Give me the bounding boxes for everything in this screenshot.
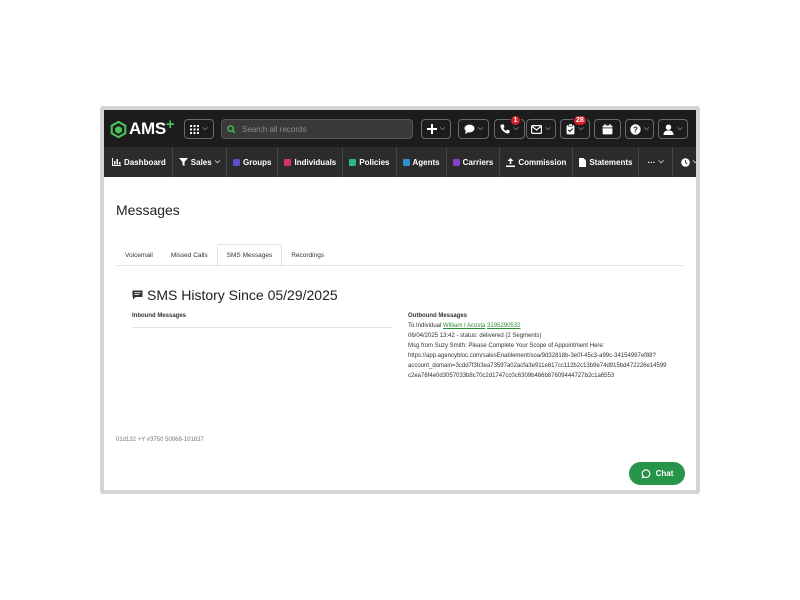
bar-chart-icon <box>112 158 121 166</box>
chat-button[interactable]: Chat <box>629 462 685 485</box>
nav-label: Individuals <box>294 157 337 167</box>
chevron-down-icon: ⌵ <box>513 125 519 132</box>
recipient-name-link[interactable]: William I Acosta <box>443 323 485 329</box>
clock-icon <box>680 157 690 167</box>
grid-icon <box>190 124 200 134</box>
nav-carriers[interactable]: Carriers <box>447 147 501 177</box>
message-body-line: c2ea76f4e0d3057033b8c70c2d1747cc0c6309b4… <box>408 373 615 379</box>
nav-label: Sales <box>190 157 212 167</box>
sms-history-heading: SMS History Since 05/29/2025 <box>132 287 338 303</box>
chevron-down-icon: ⌵ <box>214 158 221 165</box>
more-icon: ··· <box>647 157 656 167</box>
envelope-icon <box>531 124 543 134</box>
upload-icon <box>506 157 516 167</box>
nav-label: Statements <box>589 157 633 167</box>
apps-grid-button[interactable]: ⌵ <box>184 119 214 139</box>
nav-label: Agents <box>412 157 440 167</box>
email-button[interactable]: ⌵ <box>526 119 556 139</box>
chevron-down-icon: ⌵ <box>202 125 208 132</box>
chevron-down-icon: ⌵ <box>439 125 446 132</box>
message-square-icon <box>132 290 143 300</box>
build-id: 01d132 +Y #3750 50068-101637 <box>116 437 204 443</box>
groups-square-icon <box>233 158 241 166</box>
app-logo[interactable]: AMS + <box>110 115 175 140</box>
logo-plus: + <box>165 115 175 133</box>
svg-text:?: ? <box>633 125 638 134</box>
plus-icon <box>426 124 437 134</box>
tab-sms-messages[interactable]: SMS Messages <box>216 244 283 267</box>
search-icon <box>227 124 236 134</box>
nav-statements[interactable]: Statements <box>573 147 640 177</box>
nav-commission[interactable]: Commission <box>500 147 574 177</box>
app-window: AMS + ⌵ Search all records ⌵ ⌵ ⌵ 1 ⌵ ⌵ 2… <box>104 110 696 490</box>
chevron-down-icon: ⌵ <box>677 125 683 132</box>
carriers-square-icon <box>452 158 460 166</box>
inbound-messages-label: Inbound Messages <box>132 313 187 319</box>
agents-square-icon <box>402 158 410 166</box>
policies-square-icon <box>349 158 357 166</box>
chat-bubble-icon <box>464 124 475 134</box>
tab-missed-calls[interactable]: Missed Calls <box>162 244 217 266</box>
help-button[interactable]: ? ⌵ <box>625 119 654 139</box>
recipient-phone-link[interactable]: 3195290532 <box>487 323 520 329</box>
search-input[interactable]: Search all records <box>242 125 306 134</box>
message-tabs: Voicemail Missed Calls SMS Messages Reco… <box>116 244 684 267</box>
nav-individuals[interactable]: Individuals <box>278 147 344 177</box>
page-title: Messages <box>116 202 180 218</box>
calendar-button[interactable] <box>594 119 621 139</box>
chevron-down-icon: ⌵ <box>692 158 696 165</box>
nav-label: Dashboard <box>124 157 166 167</box>
tab-voicemail[interactable]: Voicemail <box>116 244 162 266</box>
nav-label: Carriers <box>462 157 494 167</box>
chevron-down-icon: ⌵ <box>545 125 551 132</box>
nav-label: Commission <box>518 157 567 167</box>
user-icon <box>663 124 674 135</box>
hexagon-logo-icon <box>110 120 127 138</box>
message-body-line: Msg from Suzy Smith: Please Complete You… <box>408 343 605 349</box>
calendar-icon <box>602 123 613 134</box>
nav-policies[interactable]: Policies <box>343 147 397 177</box>
logo-text: AMS <box>129 119 166 138</box>
nav-groups[interactable]: Groups <box>227 147 279 177</box>
nav-sales[interactable]: Sales ⌵ <box>173 147 228 177</box>
outbound-recipient: To Individual William I Acosta 319529053… <box>408 323 520 329</box>
nav-label: Groups <box>243 157 272 167</box>
nav-more[interactable]: ··· ⌵ <box>639 147 673 177</box>
user-menu-button[interactable]: ⌵ <box>658 119 688 139</box>
clipboard-check-icon <box>566 123 575 134</box>
search-field[interactable]: Search all records <box>221 119 413 139</box>
add-new-button[interactable]: ⌵ <box>421 119 451 139</box>
phone-icon <box>500 124 510 134</box>
nav-agents[interactable]: Agents <box>397 147 447 177</box>
tab-recordings[interactable]: Recordings <box>282 244 333 266</box>
message-status: 06/04/2025 13:42 - status: delivered (2 … <box>408 333 542 339</box>
tasks-count-badge: 28 <box>573 115 587 126</box>
chevron-down-icon: ⌵ <box>578 125 584 132</box>
chat-label: Chat <box>655 469 674 478</box>
inbound-divider <box>132 327 392 328</box>
nav-label: Policies <box>359 157 390 167</box>
top-bar: AMS + ⌵ Search all records ⌵ ⌵ ⌵ 1 ⌵ ⌵ 2… <box>104 110 696 147</box>
outbound-messages-label: Outbound Messages <box>408 313 468 319</box>
to-prefix: To Individual <box>408 323 442 329</box>
funnel-icon <box>178 158 188 166</box>
sms-history-title: SMS History Since 05/29/2025 <box>147 287 338 303</box>
chevron-down-icon: ⌵ <box>477 125 484 132</box>
nav-recent[interactable]: ⌵ <box>673 147 696 177</box>
document-icon <box>579 157 587 167</box>
phone-count-badge: 1 <box>510 115 521 126</box>
chevron-down-icon: ⌵ <box>643 125 650 132</box>
question-circle-icon: ? <box>630 123 641 135</box>
messages-button[interactable]: ⌵ <box>458 119 489 139</box>
individuals-square-icon <box>284 158 292 166</box>
chat-bubble-icon <box>641 468 651 479</box>
nav-dashboard[interactable]: Dashboard <box>104 147 173 177</box>
message-body-line: https://app.agencybloc.com/salesEnableme… <box>408 353 656 359</box>
message-body-line: account_domain=3cdd7f3b3ea73597a02acfa3e… <box>408 363 667 369</box>
main-nav: Dashboard Sales ⌵ Groups Individuals Pol… <box>104 147 696 177</box>
chevron-down-icon: ⌵ <box>658 158 664 165</box>
